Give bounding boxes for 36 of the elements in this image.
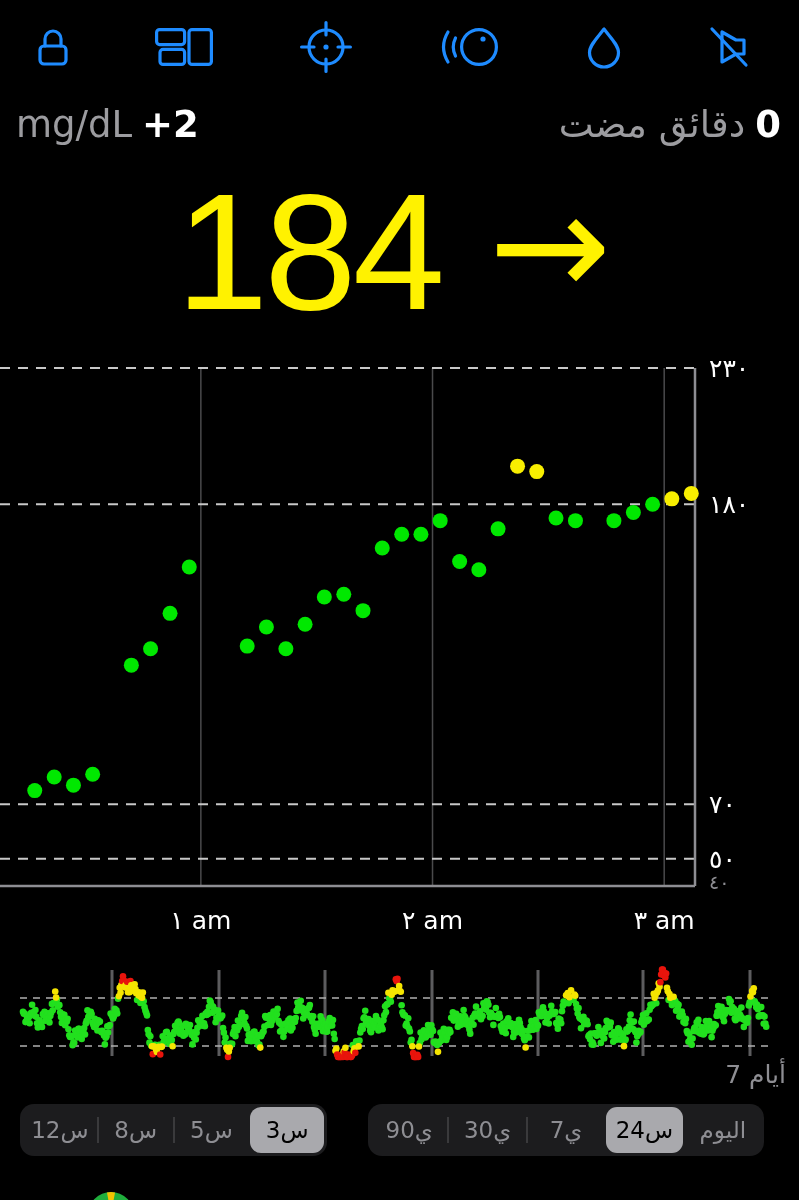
elapsed-label: دقائق مضت (558, 104, 746, 146)
segment-tab[interactable]: 5س (174, 1107, 249, 1153)
segment-tab[interactable]: 24س (606, 1107, 683, 1153)
y-axis-label: ٤٠ (709, 871, 730, 893)
glucose-value: 184 (176, 168, 441, 336)
lock-icon[interactable] (38, 28, 68, 66)
segment-tab[interactable]: 3س (250, 1107, 324, 1153)
segment-tab[interactable]: 8س (98, 1107, 173, 1153)
speaker-slash-icon[interactable] (709, 27, 748, 67)
segment-tab[interactable]: 12س (23, 1107, 97, 1153)
segment-tab[interactable]: 30ي (449, 1107, 526, 1153)
crosshair-icon[interactable] (300, 21, 353, 73)
y-axis-label: ٢٣٠ (709, 354, 750, 383)
segment-tab[interactable]: اليوم (684, 1107, 761, 1153)
minutes-value: 0 (755, 104, 781, 146)
segment-tab[interactable]: 90ي (370, 1107, 448, 1153)
out-of-range-cluster (223, 1044, 233, 1061)
out-of-range-cluster (409, 1042, 423, 1061)
x-axis-label: ١ am (170, 906, 232, 935)
layout-icon[interactable] (155, 28, 214, 66)
overview-period-label: 7 أيام (725, 1060, 786, 1090)
out-of-range-cluster (51, 988, 60, 1001)
out-of-range-cluster (522, 1044, 529, 1051)
out-of-range-cluster (620, 1042, 628, 1050)
y-axis-label: ١٨٠ (709, 490, 750, 520)
y-axis-label: ٥٠ (709, 844, 736, 874)
sensor-signal-icon[interactable] (439, 28, 498, 66)
delta-value: +2 (142, 104, 199, 146)
trend-arrow: → (488, 185, 612, 319)
x-axis-label: ٣ am (633, 906, 695, 935)
x-axis-label: ٢ am (402, 906, 464, 935)
out-of-range-cluster (434, 1048, 442, 1056)
unit-label: mg/dL (16, 104, 133, 146)
segment-tab[interactable]: 7ي (527, 1107, 605, 1153)
y-axis-label: ٧٠ (709, 790, 736, 820)
out-of-range-cluster (256, 1044, 264, 1051)
